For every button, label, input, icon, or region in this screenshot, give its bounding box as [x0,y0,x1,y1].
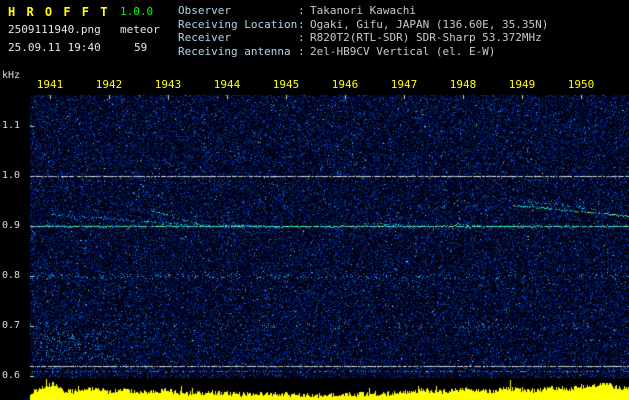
metadata-label: Receiving Location [178,17,298,31]
metadata-separator: : [298,4,305,17]
file-row: 2509111940.png meteor [8,21,160,39]
metadata-label: Receiving antenna [178,44,291,58]
metadata-separator: : [298,17,305,31]
datetime-row: 25.09.11 19:40 59 [8,39,160,57]
metadata-row: Receiving Location: Ogaki, Gifu, JAPAN (1… [178,18,548,32]
metadata-value: R820T2(RTL-SDR) SDR-Sharp 53.372MHz [310,31,542,44]
metadata-row: Receiving antenna:2el-HB9CV Vertical (el… [178,45,548,59]
app-version: 1.0.0 [120,5,154,18]
hrofft-window: H R O F F T 1.0.0 2509111940.png meteor … [0,0,629,400]
metadata-value: 2el-HB9CV Vertical (el. E-W) [310,44,496,58]
output-filename: 2509111940.png [8,23,101,36]
meteor-count: 59 [134,41,148,54]
metadata-label: Receiver [178,31,231,44]
metadata-separator: : [298,31,305,44]
datetime-label: 25.09.11 19:40 [8,41,101,54]
header-left: H R O F F T 1.0.0 2509111940.png meteor … [8,3,160,57]
metadata-label: Observer [178,4,231,17]
metadata-value: Ogaki, Gifu, JAPAN (136.60E, 35.35N) [310,17,549,31]
metadata-row: Receiver: R820T2(RTL-SDR) SDR-Sharp 53.37… [178,31,548,45]
app-title: H R O F F T [8,5,110,19]
mode-label: meteor [120,23,160,36]
metadata-value: Takanori Kawachi [310,4,416,17]
title-row: H R O F F T 1.0.0 [8,3,160,21]
metadata-panel: Observer: Takanori Kawachi Receiving Loca… [178,4,548,58]
metadata-row: Observer: Takanori Kawachi [178,4,548,18]
metadata-separator: : [298,44,305,58]
spectrogram-canvas [0,0,629,400]
y-axis-unit-label: kHz [2,70,21,81]
